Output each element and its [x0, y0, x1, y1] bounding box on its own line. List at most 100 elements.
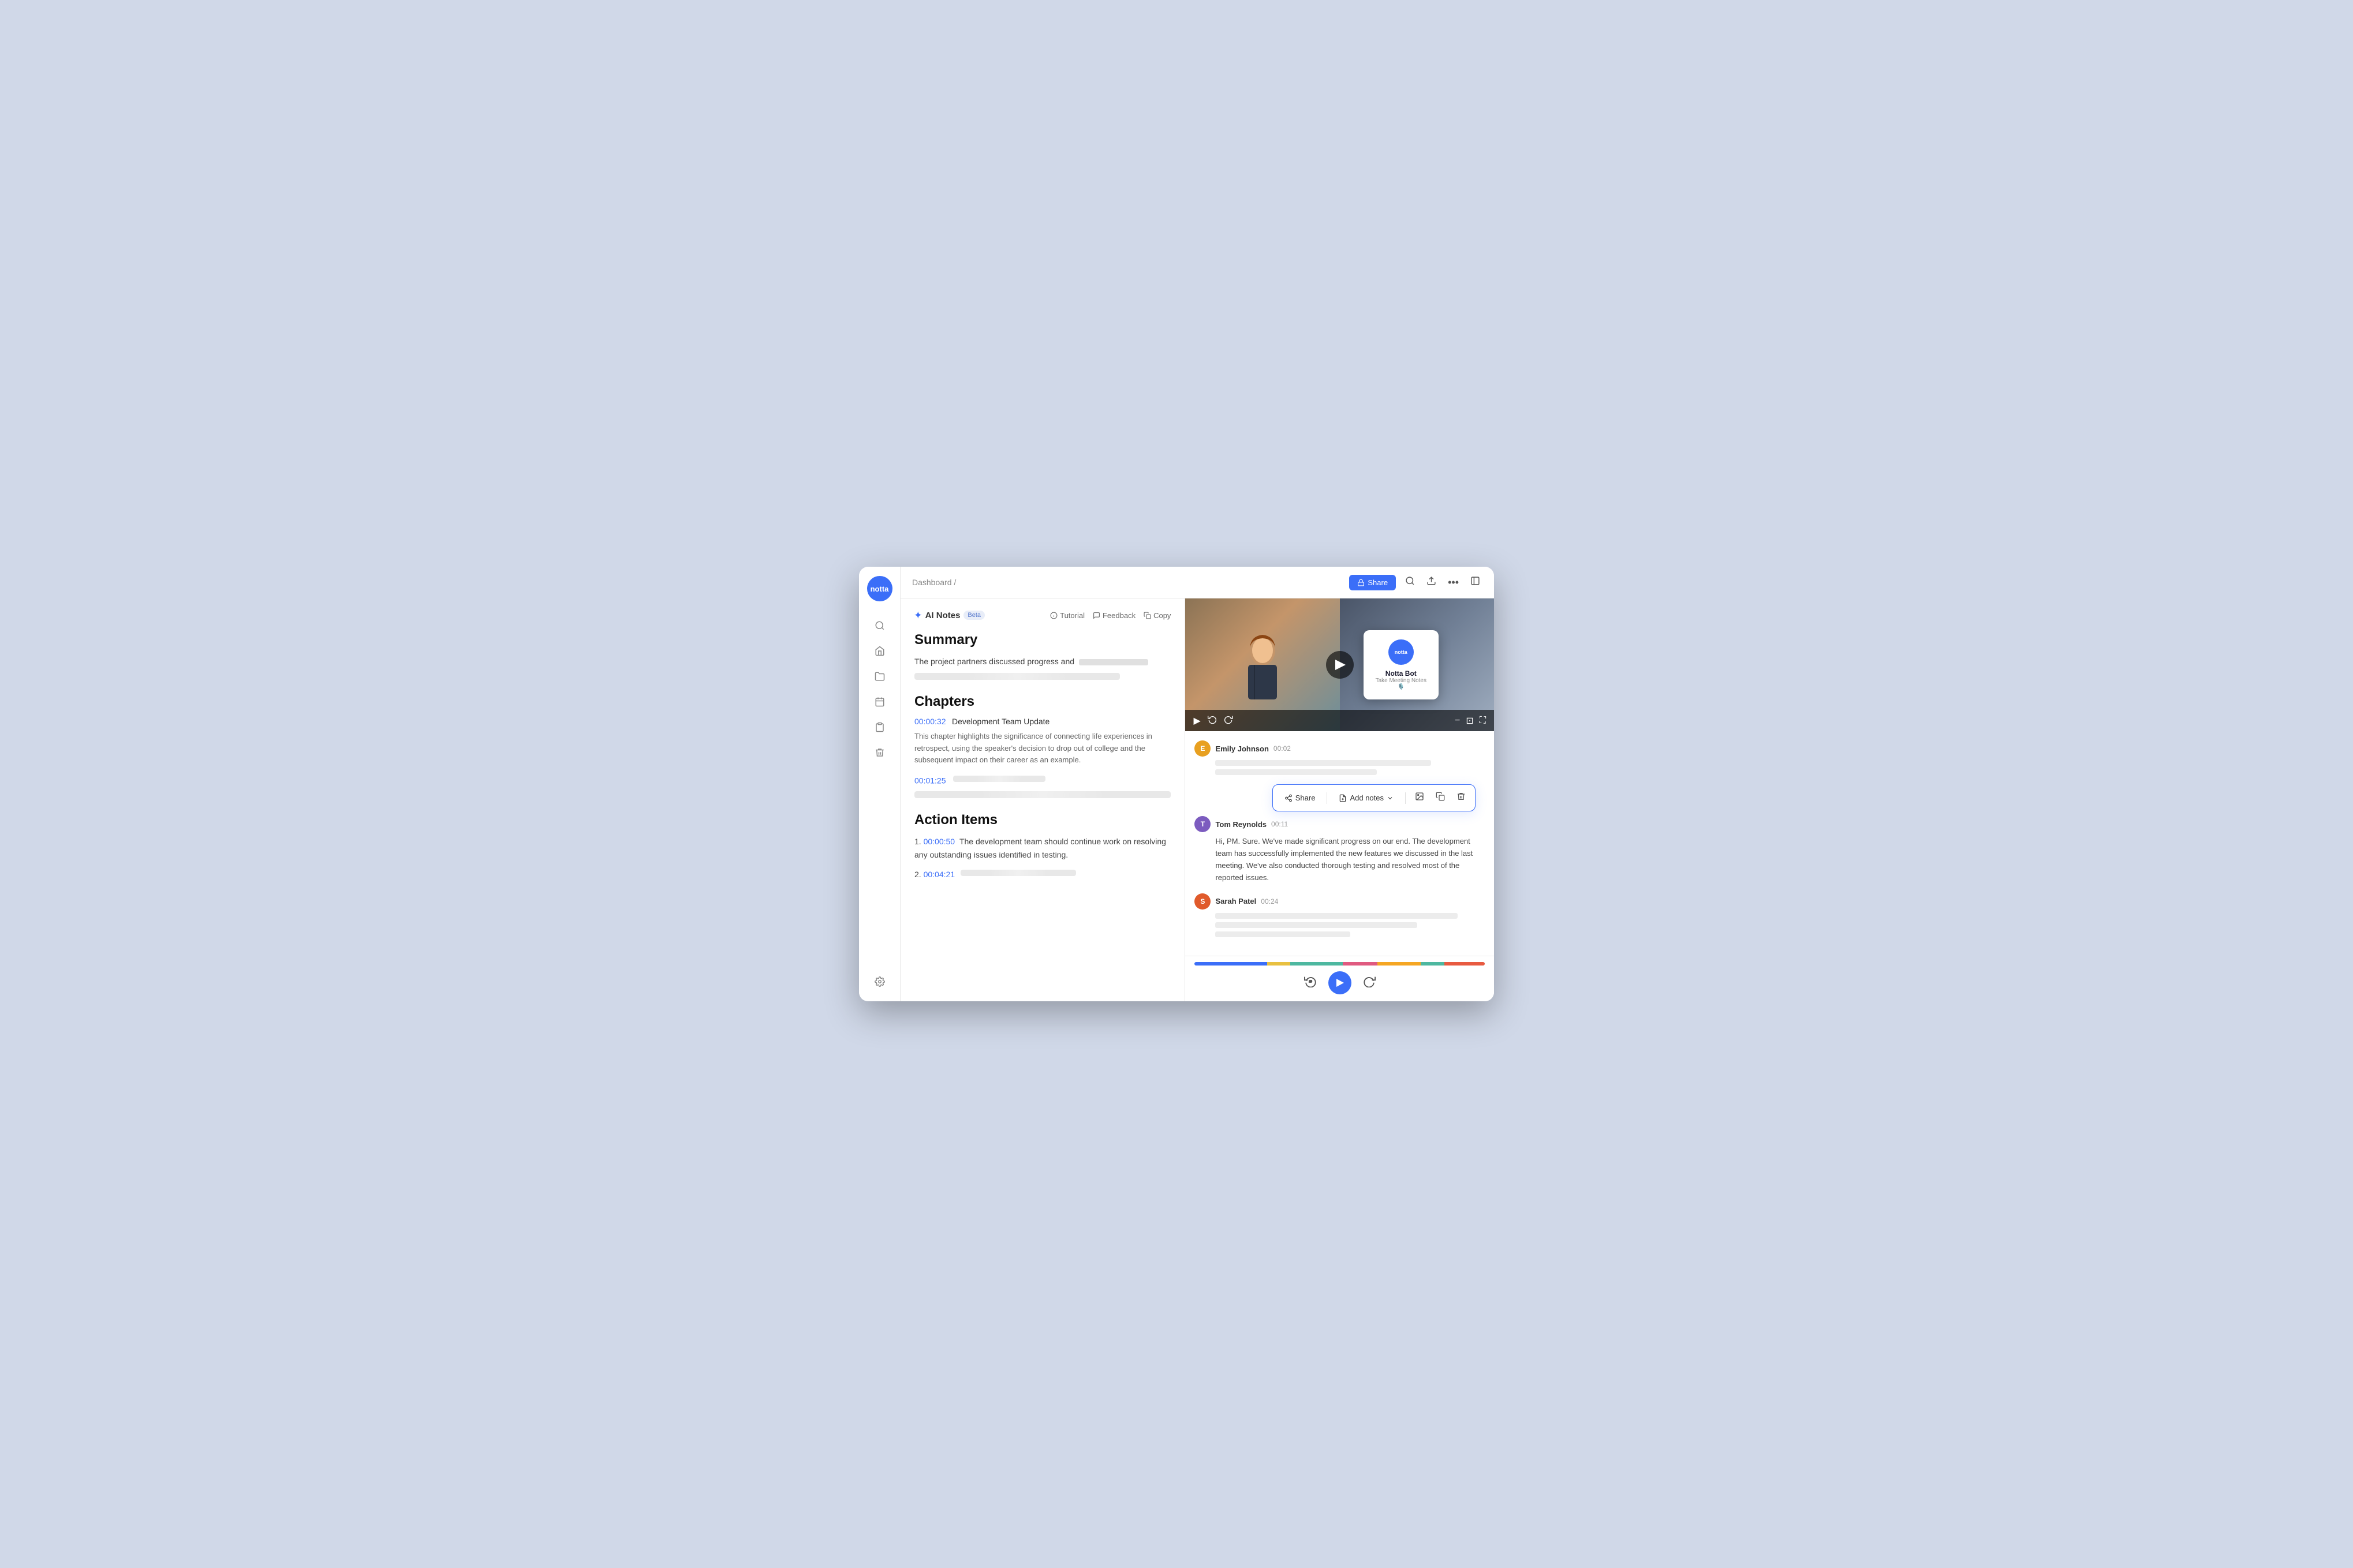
transcript-header-sarah: S Sarah Patel 00:24 [1194, 893, 1485, 910]
action1-timestamp[interactable]: 00:00:50 [924, 837, 955, 846]
right-panel: notta Notta Bot Take Meeting Notes 🎙️ ▶ [1185, 598, 1494, 1001]
progress-seg-2 [1267, 962, 1290, 966]
feedback-link[interactable]: Feedback [1093, 611, 1136, 620]
sidebar-item-home[interactable] [869, 641, 890, 661]
transcript-header-emily: E Emily Johnson 00:02 [1194, 740, 1485, 757]
action-items-section: Action Items 1. 00:00:50 The development… [914, 812, 1171, 881]
toolbar-delete-button[interactable] [1454, 789, 1468, 806]
progress-seg-6 [1421, 962, 1444, 966]
progress-seg-3 [1290, 962, 1342, 966]
sidebar-logo[interactable]: notta [867, 576, 892, 601]
action-item-1: 1. 00:00:50 The development team should … [914, 835, 1171, 861]
sidebar-item-settings[interactable] [869, 971, 890, 992]
video-play-button[interactable] [1326, 651, 1354, 679]
notta-bot-logo: notta [1388, 639, 1414, 665]
sidebar-item-calendar[interactable] [869, 691, 890, 712]
header-actions: Share ••• [1349, 574, 1482, 591]
toolbar-add-notes-button[interactable]: Add notes [1334, 791, 1398, 804]
speaker-name-sarah: Sarah Patel [1215, 897, 1256, 905]
vc-right-controls: − ⊡ ⛶ [1455, 715, 1486, 727]
beta-badge: Beta [963, 611, 985, 620]
summary-heading: Summary [914, 632, 1171, 648]
progress-seg-5 [1377, 962, 1421, 966]
more-button[interactable]: ••• [1446, 574, 1461, 591]
transcript-area: E Emily Johnson 00:02 Share [1185, 731, 1494, 955]
toolbar-image-button[interactable] [1413, 789, 1426, 806]
chapters-heading: Chapters [914, 694, 1171, 710]
transcript-header-tom: T Tom Reynolds 00:11 [1194, 816, 1485, 832]
progress-seg-4 [1343, 962, 1377, 966]
left-panel: ✦ AI Notes Beta Tutorial Feedback [901, 598, 1185, 1001]
progress-track[interactable] [1194, 962, 1485, 966]
chapter1-timestamp[interactable]: 00:00:32 [914, 717, 946, 726]
action2-timestamp[interactable]: 00:04:21 [924, 870, 955, 879]
chapter2-desc-skeleton-1 [914, 791, 1171, 798]
copy-link[interactable]: Copy [1144, 611, 1171, 620]
speaker-time-emily: 00:02 [1273, 744, 1291, 753]
sidebar: notta [859, 567, 901, 1001]
share-button[interactable]: Share [1349, 575, 1396, 590]
sidebar-item-trash[interactable] [869, 742, 890, 763]
speaker-time-tom: 00:11 [1271, 820, 1288, 828]
chapter-item-2: 00:01:25 [914, 776, 1171, 798]
transcript-entry-tom: T Tom Reynolds 00:11 Hi, PM. Sure. We've… [1194, 816, 1485, 884]
speaker-avatar-sarah: S [1194, 893, 1211, 910]
sidebar-item-search[interactable] [869, 615, 890, 636]
toolbar-share-button[interactable]: Share [1280, 791, 1320, 804]
action-item-2: 2. 00:04:21 [914, 868, 1171, 881]
transcript-toolbar: Share Add notes [1272, 784, 1476, 811]
tutorial-link[interactable]: Tutorial [1050, 611, 1085, 620]
speaker-name-tom: Tom Reynolds [1215, 820, 1267, 829]
app-window: notta Dashboard / [859, 567, 1494, 1001]
svg-text:15: 15 [1309, 979, 1312, 982]
speaker-avatar-tom: T [1194, 816, 1211, 832]
notta-bot-card: notta Notta Bot Take Meeting Notes 🎙️ [1364, 630, 1439, 699]
playback-play-button[interactable] [1328, 971, 1351, 994]
breadcrumb: Dashboard / [912, 578, 956, 587]
video-controls: ▶ − ⊡ ⛶ [1185, 710, 1494, 731]
vc-forward-button[interactable] [1224, 714, 1233, 727]
ai-sparkle-icon: ✦ [914, 610, 922, 620]
vc-fullscreen-button[interactable]: ⛶ [1480, 715, 1486, 727]
notta-bot-sub: Take Meeting Notes 🎙️ [1375, 678, 1427, 690]
vc-minimize-button[interactable]: − [1455, 715, 1460, 727]
header: Dashboard / Share ••• [901, 567, 1494, 598]
transcript-entry-emily: E Emily Johnson 00:02 [1194, 740, 1485, 775]
upload-button[interactable] [1424, 574, 1439, 591]
ai-notes-title: ✦ AI Notes Beta [914, 610, 985, 620]
sidebar-item-folder[interactable] [869, 666, 890, 687]
summary-skeleton-1 [914, 673, 1120, 680]
ai-notes-header: ✦ AI Notes Beta Tutorial Feedback [914, 610, 1171, 620]
chapters-section: Chapters 00:00:32 Development Team Updat… [914, 694, 1171, 798]
speaker-name-emily: Emily Johnson [1215, 744, 1268, 753]
search-button[interactable] [1403, 574, 1417, 591]
vc-fullscreen-pip-button[interactable]: ⊡ [1466, 715, 1473, 727]
chapter2-title-skeleton [953, 776, 1045, 782]
sidebar-toggle-button[interactable] [1468, 574, 1482, 591]
logo-text: notta [871, 585, 889, 593]
playback-forward-button[interactable] [1363, 975, 1376, 991]
summary-text: The project partners discussed progress … [914, 655, 1171, 668]
progress-seg-1 [1194, 962, 1267, 966]
vc-rewind-button[interactable] [1208, 714, 1217, 727]
toolbar-copy-button[interactable] [1433, 789, 1447, 806]
video-container: notta Notta Bot Take Meeting Notes 🎙️ ▶ [1185, 598, 1494, 731]
action2-skeleton [961, 870, 1076, 876]
chapter1-title: Development Team Update [952, 717, 1049, 726]
speaker-time-sarah: 00:24 [1261, 897, 1278, 905]
main-content: Dashboard / Share ••• [901, 567, 1494, 1001]
sidebar-item-clipboard[interactable] [869, 717, 890, 738]
speaker-avatar-emily: E [1194, 740, 1211, 757]
progress-seg-7 [1444, 962, 1485, 966]
chapter1-description: This chapter highlights the significance… [914, 731, 1171, 766]
sarah-transcript-skeleton [1194, 913, 1485, 937]
playback-rewind-button[interactable]: 15 [1304, 975, 1317, 991]
notta-bot-name: Notta Bot [1375, 669, 1427, 678]
chapter-item-1: 00:00:32 Development Team Update This ch… [914, 717, 1171, 766]
vc-play-button[interactable]: ▶ [1193, 715, 1200, 727]
playback-controls: 15 [1194, 966, 1485, 1001]
toolbar-divider-2 [1405, 792, 1406, 804]
transcript-entry-sarah: S Sarah Patel 00:24 [1194, 893, 1485, 937]
content-area: ✦ AI Notes Beta Tutorial Feedback [901, 598, 1494, 1001]
chapter2-timestamp[interactable]: 00:01:25 [914, 776, 946, 785]
